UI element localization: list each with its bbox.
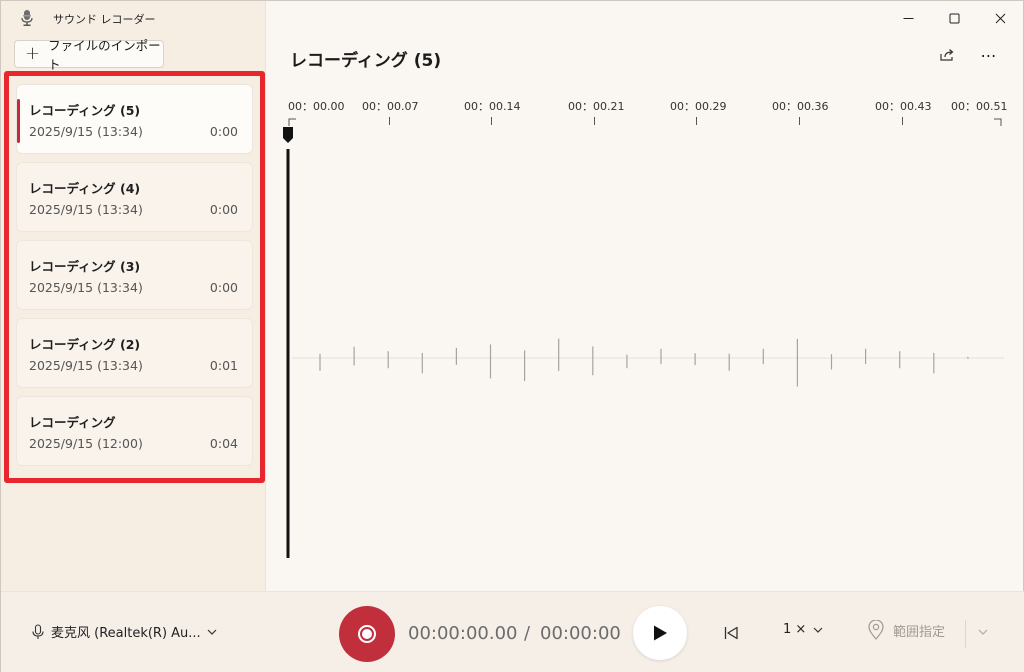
timeline-tick-label: 00：00.43 xyxy=(875,100,932,113)
selection-indicator xyxy=(17,99,20,143)
recording-name: レコーディング (3) xyxy=(29,259,141,274)
sound-recorder-window: サウンド レコーダー + ファイルのインポート レコーディング (5) 2025/… xyxy=(0,0,1024,672)
skip-back-icon xyxy=(724,626,738,640)
start-bracket xyxy=(288,118,296,126)
timeline-tick-mark xyxy=(389,117,390,125)
recording-duration: 0:00 xyxy=(209,202,238,217)
import-button-label: ファイルのインポート xyxy=(48,38,161,72)
close-icon xyxy=(995,13,1005,23)
timeline-tick-mark xyxy=(902,117,903,125)
more-options-button[interactable]: ⋯ xyxy=(973,41,1005,69)
recording-date: 2025/9/15 (13:34) xyxy=(29,358,143,373)
recording-date: 2025/9/15 (12:00) xyxy=(29,436,143,451)
timeline-tick-label: 00：00.07 xyxy=(362,100,419,113)
waveform xyxy=(283,118,1004,558)
playback-controls: 麦克风 (Realtek(R) Au... 00:00:00.00 / 00:0… xyxy=(1,591,1024,672)
chevron-down-icon xyxy=(978,629,988,635)
recording-name: レコーディング (4) xyxy=(29,181,141,196)
end-bracket xyxy=(994,118,1002,126)
share-icon xyxy=(940,49,954,61)
recording-name: レコーディング (2) xyxy=(29,337,141,352)
playhead-handle xyxy=(283,127,293,143)
current-time: 00:00:00.00 xyxy=(408,623,518,644)
timeline-tick-mark xyxy=(696,117,697,125)
location-pin-icon xyxy=(868,620,884,640)
timeline-tick-label: 00：00.29 xyxy=(670,100,727,113)
timeline-tick-mark xyxy=(491,117,492,125)
recording-date: 2025/9/15 (13:34) xyxy=(29,280,143,295)
play-button[interactable] xyxy=(633,606,687,660)
range-label: 範囲指定 xyxy=(893,624,946,640)
microphone-icon xyxy=(32,623,44,639)
recording-duration: 0:04 xyxy=(209,436,238,451)
playback-speed-selector[interactable]: 1 × xyxy=(783,622,823,637)
recording-duration: 0:00 xyxy=(209,124,238,139)
close-button[interactable] xyxy=(977,1,1023,35)
total-time: 00:00:00 xyxy=(540,623,621,644)
recording-item[interactable]: レコーディング (2) 2025/9/15 (13:34) 0:01 xyxy=(16,318,253,388)
microphone-app-icon xyxy=(21,10,33,26)
microphone-label: 麦克风 (Realtek(R) Au... xyxy=(51,626,201,641)
recording-title: レコーディング (5) xyxy=(290,51,442,71)
chevron-down-icon xyxy=(207,629,217,635)
recording-item[interactable]: レコーディング (4) 2025/9/15 (13:34) 0:00 xyxy=(16,162,253,232)
recording-item[interactable]: レコーディング (3) 2025/9/15 (13:34) 0:00 xyxy=(16,240,253,310)
speed-label: 1 × xyxy=(783,622,807,637)
window-controls xyxy=(885,1,1023,35)
app-title: サウンド レコーダー xyxy=(53,13,156,26)
chevron-down-icon xyxy=(813,627,823,633)
minimize-button[interactable] xyxy=(885,1,931,35)
record-icon xyxy=(358,625,376,643)
recording-name: レコーディング (5) xyxy=(29,103,141,118)
timeline-tick-label: 00：00.00 xyxy=(288,100,345,113)
sidebar: サウンド レコーダー + ファイルのインポート レコーディング (5) 2025/… xyxy=(1,1,266,591)
recording-date: 2025/9/15 (13:34) xyxy=(29,124,143,139)
share-button[interactable] xyxy=(931,41,963,69)
recording-duration: 0:00 xyxy=(209,280,238,295)
maximize-icon xyxy=(949,13,959,23)
recording-list: レコーディング (5) 2025/9/15 (13:34) 0:00 レコーディング … xyxy=(4,71,265,483)
timeline-tick-mark xyxy=(594,117,595,125)
range-select-button[interactable]: 範囲指定 xyxy=(867,620,945,640)
more-icon: ⋯ xyxy=(980,45,998,65)
range-dropdown-button[interactable] xyxy=(975,624,991,640)
time-separator: / xyxy=(524,623,531,644)
timeline-tick-label: 00：00.51 xyxy=(951,100,1008,113)
timeline-tick-mark xyxy=(799,117,800,125)
timeline-tick-label: 00：00.36 xyxy=(772,100,829,113)
timeline-tick-label: 00：00.14 xyxy=(464,100,521,113)
recording-item[interactable]: レコーディング (5) 2025/9/15 (13:34) 0:00 xyxy=(16,84,253,154)
maximize-button[interactable] xyxy=(931,1,977,35)
plus-icon: + xyxy=(25,43,41,64)
timeline-tick-label: 00：00.21 xyxy=(568,100,625,113)
play-icon xyxy=(654,625,667,641)
recording-date: 2025/9/15 (13:34) xyxy=(29,202,143,217)
recording-name: レコーディング xyxy=(29,415,116,430)
recording-duration: 0:01 xyxy=(209,358,238,373)
timeline-area[interactable]: 00：00.00 00：00.07 00：00.14 00：00.21 00：00.29… xyxy=(266,91,1024,591)
skip-to-start-button[interactable] xyxy=(717,620,745,646)
microphone-selector[interactable]: 麦克风 (Realtek(R) Au... xyxy=(31,622,217,641)
import-file-button[interactable]: + ファイルのインポート xyxy=(14,38,164,72)
minimize-icon xyxy=(903,17,913,19)
divider xyxy=(965,620,966,648)
recording-item[interactable]: レコーディング 2025/9/15 (12:00) 0:04 xyxy=(16,396,253,466)
record-button[interactable] xyxy=(339,606,395,662)
